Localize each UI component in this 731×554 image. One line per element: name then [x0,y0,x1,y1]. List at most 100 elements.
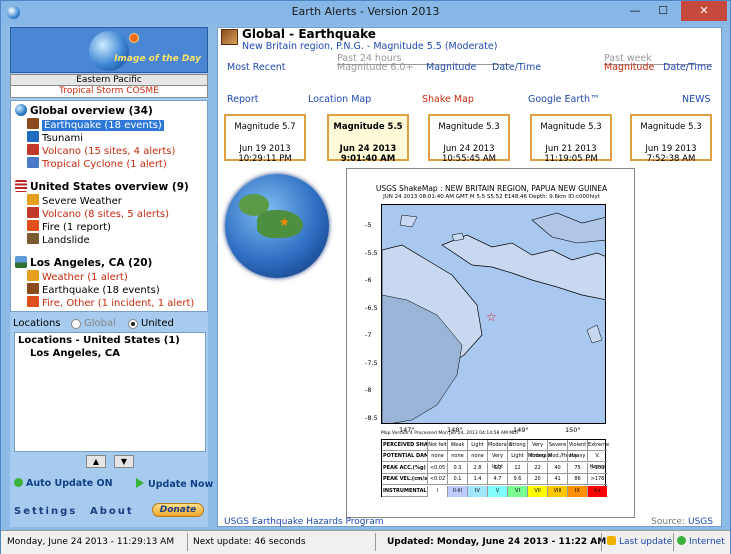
update-now-button[interactable]: Update Now [136,478,213,490]
tree-item-label: Tropical Cyclone (1 alert) [42,159,167,170]
quake-card[interactable]: Magnitude 5.3 Jun 19 2013 7:52:38 AM [630,114,712,164]
update-now-label: Update Now [148,479,214,490]
legend-cell: 2.8 [467,462,487,474]
tree-item[interactable]: Volcano (8 sites, 5 alerts) [27,207,169,220]
past24-datetime-link[interactable]: Date/Time [492,62,541,73]
internet-indicator[interactable]: Internet [677,531,725,553]
google-earth-link[interactable]: Google Earth™ [528,94,600,105]
quake-card[interactable]: Magnitude 5.3 Jun 24 2013 10:55:45 AM [428,114,510,164]
status-divider [375,533,376,551]
minimize-button[interactable]: — [621,1,649,21]
internet-status-icon [677,536,686,545]
weather-icon [27,270,39,281]
cyclone-icon [27,157,39,168]
legend-cell: I [427,485,447,497]
report-link[interactable]: Report [227,94,259,105]
week-magnitude-link[interactable]: Magnitude [604,62,654,73]
tree-item-label: Earthquake (18 events) [42,285,160,296]
alert-dot-icon [129,33,139,43]
intensity-legend: PERCEIVED SHAKINGNot feltWeakLightModera… [381,439,609,497]
image-caption[interactable]: Tropical Storm COSME [10,86,208,98]
tree-item[interactable]: Tsunami [27,131,83,144]
most-recent-link[interactable]: Most Recent [227,62,286,73]
tree-item[interactable]: Earthquake (18 events) [27,283,160,296]
tree-item-label: Fire (1 report) [42,222,111,233]
quake-card-time: 7:52:38 AM [646,154,696,164]
detail-title: Global - Earthquake [242,27,376,41]
earth-globe[interactable]: ★ [225,174,329,278]
quake-card-mag: Magnitude 5.5 [333,122,403,132]
tree-item[interactable]: Fire (1 report) [27,220,111,233]
quake-card[interactable]: Magnitude 5.5 Jun 24 2013 9:01:40 AM [327,114,409,164]
close-button[interactable]: ✕ [681,1,727,21]
legend-cell: <0.02 [427,474,447,486]
tree-item[interactable]: Volcano (15 sites, 4 alerts) [27,144,175,157]
status-divider [187,533,188,551]
location-item[interactable]: Los Angeles, CA [30,348,120,359]
y-tick-label: -6 [365,276,372,284]
scroll-up-button[interactable]: ▲ [86,455,106,468]
radio-global[interactable] [71,319,81,329]
city-icon [15,256,27,268]
settings-button[interactable]: Settings [14,506,77,517]
quake-card-mag: Magnitude 5.3 [540,122,602,132]
auto-update-label: Auto Update ON [26,478,113,489]
scroll-down-button[interactable]: ▼ [114,455,134,468]
legend-cell: Mod./Heavy [547,451,578,463]
tree-item[interactable]: Severe Weather [27,194,122,207]
about-button[interactable]: About [90,506,134,517]
tree-item-label: Earthquake (18 events) [42,120,164,131]
past24-magnitude-link[interactable]: Magnitude [426,62,476,73]
tree-group[interactable]: Los Angeles, CA (20) [15,256,152,269]
shake-map[interactable]: USGS ShakeMap : NEW BRITAIN REGION, PAPU… [346,168,635,518]
us-flag-icon [15,180,27,192]
tree-item[interactable]: Tropical Cyclone (1 alert) [27,157,167,170]
y-tick-label: -7 [365,331,372,339]
legend-cell: Very light [487,451,507,470]
radio-united-states[interactable] [128,319,138,329]
maximize-button[interactable]: ☐ [649,1,677,21]
epicenter-star-icon: ★ [279,215,290,229]
tree-item[interactable]: Fire, Other (1 incident, 1 alert) [27,296,194,309]
tree-item[interactable]: Earthquake (18 events) [27,118,164,131]
tree-item-label: Tsunami [42,133,83,144]
shakemap-land-svg: ☆ [382,212,605,423]
volcano-icon [27,144,39,155]
alert-tree: Global overview (34) Earthquake (18 event… [10,100,208,312]
image-of-the-day[interactable]: Image of the Day [10,27,208,73]
legend-cell: Very strong [527,440,547,459]
donate-button[interactable]: Donate [152,503,204,517]
source-info: Source: USGS [651,517,713,527]
shake-map-link[interactable]: Shake Map [422,94,474,105]
status-datetime: Monday, June 24 2013 - 11:29:13 AM [7,537,175,547]
legend-cell: IV [467,485,487,497]
image-of-day-label: Image of the Day [114,54,201,64]
last-update-label: Last update [619,537,673,547]
past24-filter-link[interactable]: Magnitude 6.0+ [337,62,413,73]
quake-card[interactable]: Magnitude 5.3 Jun 21 2013 11:19:05 PM [530,114,612,164]
week-datetime-link[interactable]: Date/Time [663,62,712,73]
quake-card[interactable]: Magnitude 5.7 Jun 19 2013 10:29:11 PM [224,114,306,164]
y-tick-label: -7.5 [365,358,378,367]
auto-update-toggle[interactable]: Auto Update ON [14,478,113,489]
app-window: Earth Alerts - Version 2013 — ☐ ✕ Image … [0,0,731,554]
quake-card-time: 10:29:11 PM [238,154,292,164]
usgs-link[interactable]: USGS Earthquake Hazards Program [224,517,384,527]
legend-cell: 22 [527,462,547,474]
tree-item[interactable]: Landslide [27,233,90,246]
tree-group[interactable]: Global overview (34) [15,104,153,117]
source-value[interactable]: USGS [688,517,713,527]
tree-group[interactable]: United States overview (9) [15,180,189,193]
legend-cell: VI [507,485,527,497]
last-update-indicator[interactable]: Last update [607,531,672,553]
y-tick-label: -8.5 [365,413,378,422]
tree-item-label: Landslide [42,235,90,246]
internet-label: Internet [689,537,725,547]
legend-row-label: POTENTIAL DAMAGE [383,453,427,460]
legend-row-label: PEAK VEL.(cm/s) [383,476,427,483]
location-map-link[interactable]: Location Map [308,94,371,105]
tree-item-label: Severe Weather [42,196,122,207]
tree-item[interactable]: Weather (1 alert) [27,270,128,283]
y-tick-label: -5 [365,221,372,229]
news-link[interactable]: NEWS [682,94,711,105]
